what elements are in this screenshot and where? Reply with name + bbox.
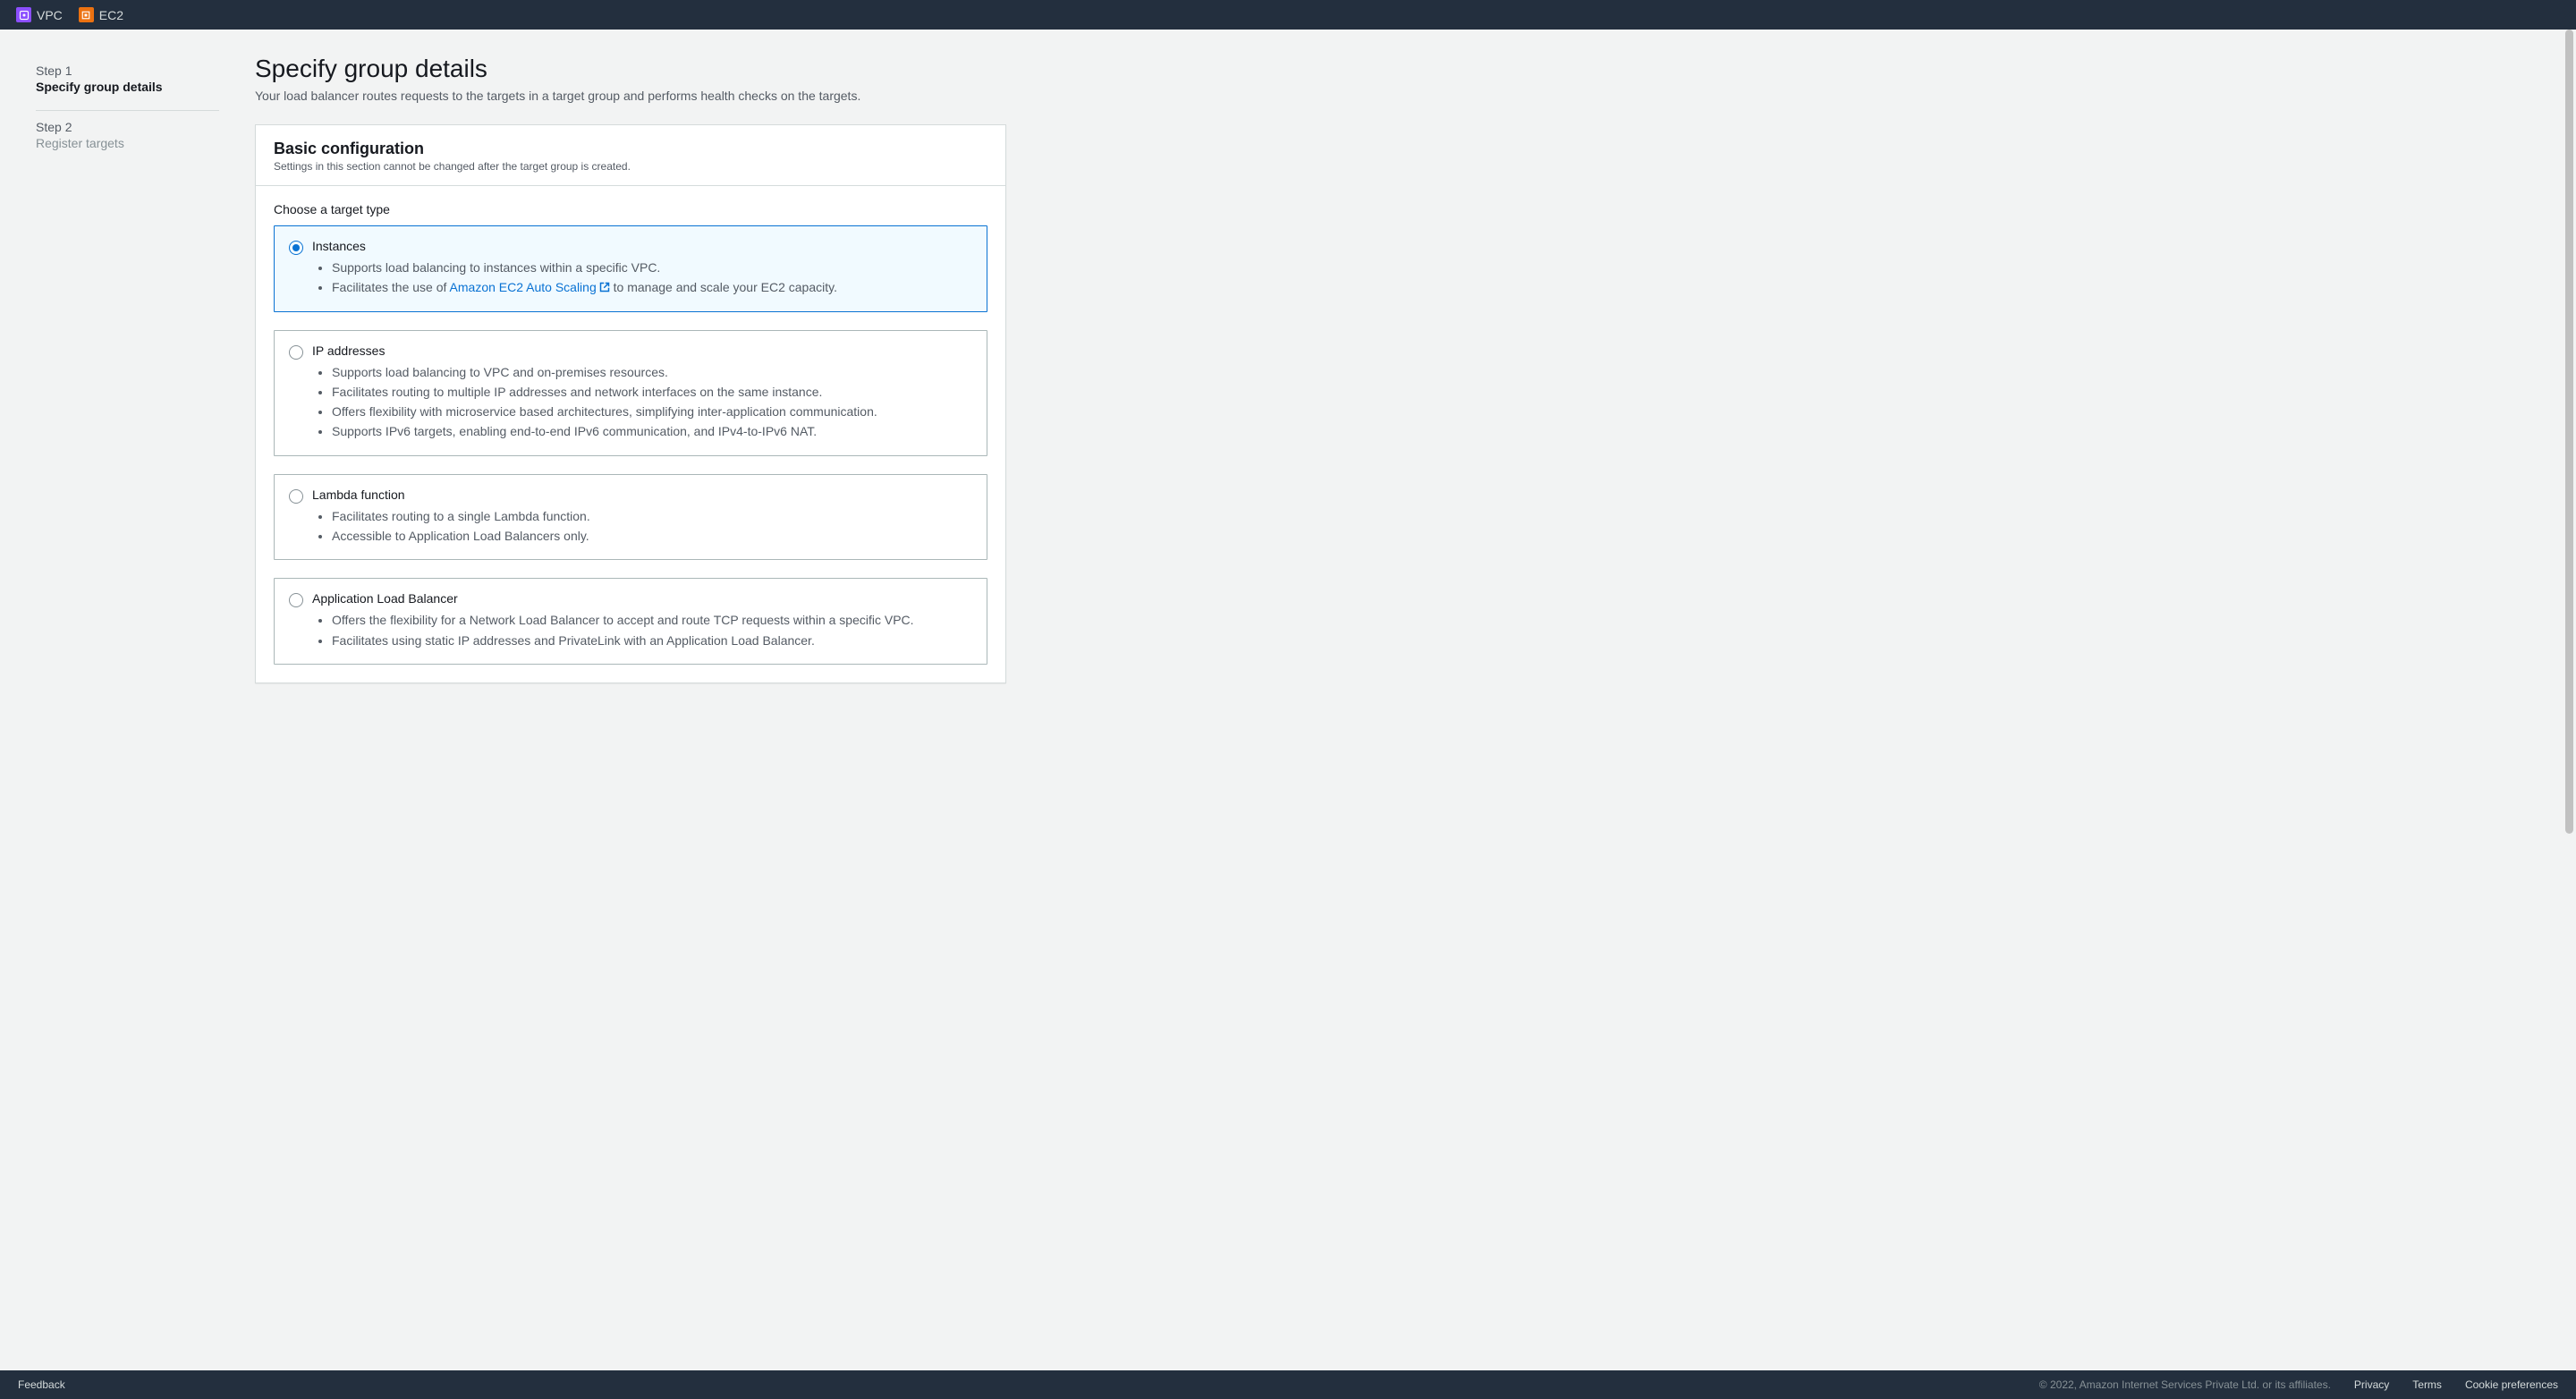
- target-type-ip[interactable]: IP addresses Supports load balancing to …: [274, 330, 987, 456]
- target-type-instances[interactable]: Instances Supports load balancing to ins…: [274, 225, 987, 312]
- list-item: Supports load balancing to instances wit…: [332, 259, 972, 276]
- target-type-label: Choose a target type: [274, 202, 987, 216]
- nav-vpc[interactable]: VPC: [16, 7, 63, 22]
- step-2-label: Step 2: [36, 120, 219, 134]
- list-item: Facilitates routing to a single Lambda f…: [332, 507, 972, 525]
- alb-bullets: Offers the flexibility for a Network Loa…: [312, 611, 972, 649]
- step-2-title: Register targets: [36, 136, 219, 150]
- list-item: Offers flexibility with microservice bas…: [332, 403, 972, 420]
- step-2[interactable]: Step 2 Register targets: [36, 111, 219, 166]
- radio-content: Instances Supports load balancing to ins…: [312, 239, 972, 299]
- radio-icon: [289, 345, 303, 360]
- copyright: © 2022, Amazon Internet Services Private…: [2039, 1378, 2331, 1391]
- radio-icon: [289, 241, 303, 255]
- content: Specify group details Your load balancer…: [219, 55, 1042, 683]
- text-prefix: Facilitates the use of: [332, 280, 450, 294]
- footer: Feedback © 2022, Amazon Internet Service…: [0, 1370, 2576, 1399]
- wizard-sidebar: Step 1 Specify group details Step 2 Regi…: [36, 55, 219, 683]
- radio-icon: [289, 489, 303, 504]
- cookie-preferences-link[interactable]: Cookie preferences: [2465, 1378, 2558, 1391]
- text-suffix: to manage and scale your EC2 capacity.: [610, 280, 837, 294]
- ec2-icon: [79, 7, 94, 22]
- step-1-title: Specify group details: [36, 80, 219, 94]
- list-item: Offers the flexibility for a Network Loa…: [332, 611, 972, 629]
- feedback-link[interactable]: Feedback: [18, 1378, 65, 1391]
- lambda-title: Lambda function: [312, 488, 972, 502]
- basic-config-subtitle: Settings in this section cannot be chang…: [274, 160, 987, 173]
- list-item: Facilitates routing to multiple IP addre…: [332, 383, 972, 401]
- instances-bullets: Supports load balancing to instances wit…: [312, 259, 972, 297]
- target-type-alb[interactable]: Application Load Balancer Offers the fle…: [274, 578, 987, 665]
- card-header: Basic configuration Settings in this sec…: [256, 125, 1005, 186]
- external-link-icon: [599, 279, 610, 290]
- radio-content: IP addresses Supports load balancing to …: [312, 343, 972, 443]
- lambda-bullets: Facilitates routing to a single Lambda f…: [312, 507, 972, 546]
- basic-config-title: Basic configuration: [274, 140, 987, 158]
- terms-link[interactable]: Terms: [2412, 1378, 2442, 1391]
- auto-scaling-link[interactable]: Amazon EC2 Auto Scaling: [450, 280, 610, 294]
- scrollbar-thumb[interactable]: [2565, 30, 2573, 834]
- ip-title: IP addresses: [312, 343, 972, 358]
- page-subtitle: Your load balancer routes requests to th…: [255, 89, 1006, 103]
- radio-icon: [289, 593, 303, 607]
- basic-config-card: Basic configuration Settings in this sec…: [255, 124, 1006, 683]
- alb-title: Application Load Balancer: [312, 591, 972, 606]
- vpc-icon: [16, 7, 31, 22]
- page-title: Specify group details: [255, 55, 1006, 83]
- list-item: Facilitates the use of Amazon EC2 Auto S…: [332, 278, 972, 296]
- list-item: Facilitates using static IP addresses an…: [332, 632, 972, 649]
- ip-bullets: Supports load balancing to VPC and on-pr…: [312, 363, 972, 441]
- card-body: Choose a target type Instances Supports …: [256, 186, 1005, 683]
- target-type-lambda[interactable]: Lambda function Facilitates routing to a…: [274, 474, 987, 561]
- top-nav: VPC EC2: [0, 0, 2576, 30]
- scrollbar-track[interactable]: [2563, 30, 2576, 1370]
- instances-title: Instances: [312, 239, 972, 253]
- nav-ec2-label: EC2: [99, 8, 123, 22]
- list-item: Supports load balancing to VPC and on-pr…: [332, 363, 972, 381]
- nav-ec2[interactable]: EC2: [79, 7, 123, 22]
- list-item: Supports IPv6 targets, enabling end-to-e…: [332, 422, 972, 440]
- privacy-link[interactable]: Privacy: [2354, 1378, 2389, 1391]
- step-1[interactable]: Step 1 Specify group details: [36, 55, 219, 110]
- footer-right: © 2022, Amazon Internet Services Private…: [2039, 1378, 2558, 1391]
- radio-content: Application Load Balancer Offers the fle…: [312, 591, 972, 651]
- list-item: Accessible to Application Load Balancers…: [332, 527, 972, 545]
- nav-vpc-label: VPC: [37, 8, 63, 22]
- radio-content: Lambda function Facilitates routing to a…: [312, 488, 972, 547]
- step-1-label: Step 1: [36, 64, 219, 78]
- main-container: Step 1 Specify group details Step 2 Regi…: [0, 30, 2576, 737]
